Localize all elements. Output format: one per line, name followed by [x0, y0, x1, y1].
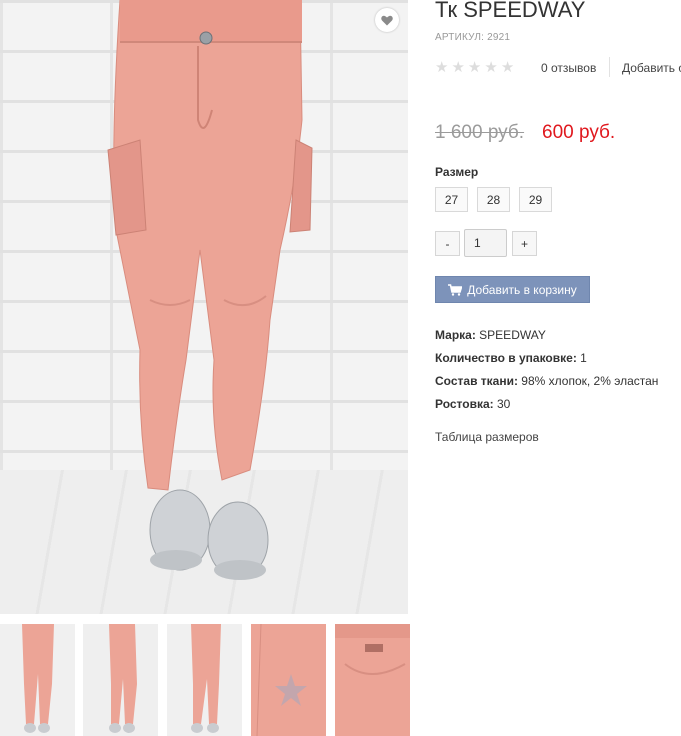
thumbnail-image: [335, 624, 410, 736]
quantity-increase-button[interactable]: +: [512, 231, 537, 256]
star-icon[interactable]: ★: [435, 60, 448, 75]
thumbnail-5[interactable]: [335, 624, 410, 736]
product-title: Тк SPEEDWAY: [435, 0, 586, 22]
star-icon[interactable]: ★: [451, 60, 464, 75]
spec-value: 30: [497, 397, 511, 411]
spec-label: Марка:: [435, 328, 476, 342]
size-option-27[interactable]: 27: [435, 187, 468, 212]
size-option-29[interactable]: 29: [519, 187, 552, 212]
quantity-decrease-button[interactable]: -: [435, 231, 460, 256]
product-sku: АРТИКУЛ: 2921: [435, 32, 511, 43]
reviews-link[interactable]: 0 отзывов: [541, 61, 596, 75]
size-option-28[interactable]: 28: [477, 187, 510, 212]
main-product-image[interactable]: [0, 0, 408, 614]
size-table-link[interactable]: Таблица размеров: [435, 430, 539, 444]
current-price: 600 руб.: [542, 122, 616, 143]
spec-label: Количество в упаковке:: [435, 351, 577, 365]
thumbnail-2[interactable]: [83, 624, 158, 736]
spec-value: 98% хлопок, 2% эластан: [521, 374, 659, 388]
star-icon[interactable]: ★: [468, 60, 481, 75]
thumbnail-4[interactable]: [251, 624, 326, 736]
spec-size-run: Ростовка: 30: [435, 397, 510, 411]
pants-illustration: [107, 0, 313, 580]
add-to-cart-label: Добавить в корзину: [467, 282, 577, 297]
thumbnail-image: [0, 624, 75, 736]
favorite-button[interactable]: [375, 8, 399, 32]
old-price: 1 600 руб.: [435, 122, 525, 143]
size-label: Размер: [435, 165, 479, 179]
shopping-cart-icon: [448, 283, 463, 296]
spec-pack-quantity: Количество в упаковке: 1: [435, 351, 587, 365]
quantity-input[interactable]: [464, 229, 507, 257]
thumbnail-image: [251, 624, 326, 736]
star-icon[interactable]: ★: [484, 60, 497, 75]
thumbnail-1[interactable]: [0, 624, 75, 736]
spec-value: 1: [580, 351, 587, 365]
heart-icon: [381, 15, 393, 25]
thumbnail-3[interactable]: [167, 624, 242, 736]
spec-brand: Марка: SPEEDWAY: [435, 328, 546, 342]
thumbnail-image: [167, 624, 242, 736]
spec-fabric: Состав ткани: 98% хлопок, 2% эластан: [435, 374, 658, 388]
thumbnail-image: [83, 624, 158, 736]
star-icon[interactable]: ★: [501, 60, 514, 75]
spec-label: Ростовка:: [435, 397, 494, 411]
spec-value: SPEEDWAY: [479, 328, 546, 342]
rating-stars[interactable]: ★ ★ ★ ★ ★: [435, 60, 514, 75]
add-to-cart-button[interactable]: Добавить в корзину: [435, 276, 590, 303]
spec-label: Состав ткани:: [435, 374, 518, 388]
add-review-link[interactable]: Добавить о: [622, 61, 681, 75]
divider: [609, 57, 610, 77]
